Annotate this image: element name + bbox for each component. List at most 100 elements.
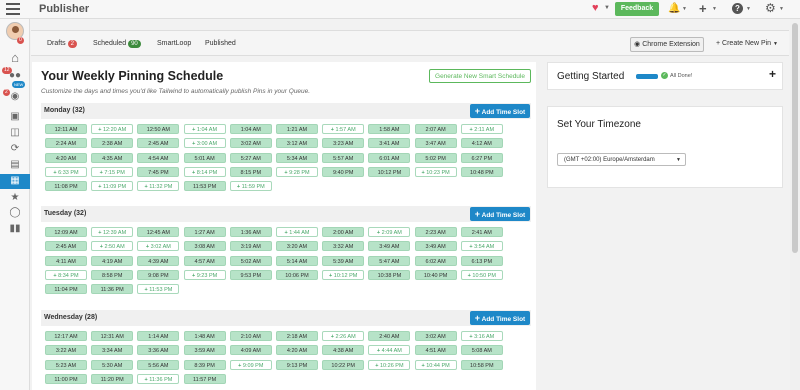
time-slot[interactable]: 5:56 AM (137, 359, 180, 370)
plus-icon[interactable]: + (699, 1, 707, 16)
refresh-icon[interactable]: ⟳ (0, 142, 30, 156)
time-slot[interactable]: 3:20 AM (276, 241, 318, 252)
time-slot[interactable]: 6:27 PM (460, 152, 503, 163)
time-slot[interactable]: 3:23 AM (322, 138, 365, 149)
time-slot[interactable]: 5:34 AM (276, 152, 318, 163)
timezone-select[interactable]: (GMT +02:00) Europe/Amsterdam ▼ (557, 153, 686, 166)
empty-time-slot[interactable]: + 10:44 PM (414, 359, 457, 370)
time-slot[interactable]: 4:35 AM (91, 152, 134, 163)
time-slot[interactable]: 2:07 AM (414, 124, 457, 134)
time-slot[interactable]: 12:31 AM (91, 331, 134, 341)
time-slot[interactable]: 2:00 AM (322, 227, 365, 237)
time-slot[interactable]: 3:41 AM (368, 138, 411, 149)
empty-time-slot[interactable]: + 10:12 PM (322, 269, 365, 280)
time-slot[interactable]: 1:04 AM (229, 124, 272, 134)
time-slot[interactable]: 1:21 AM (276, 124, 318, 134)
time-slot[interactable]: 4:20 AM (276, 345, 318, 356)
time-slot[interactable]: 2:38 AM (91, 138, 134, 149)
time-slot[interactable]: 1:36 AM (229, 227, 272, 237)
time-slot[interactable]: 4:54 AM (137, 152, 180, 163)
time-slot[interactable]: 4:09 AM (229, 345, 272, 356)
time-slot[interactable]: 4:38 AM (322, 345, 365, 356)
time-slot[interactable]: 5:01 AM (183, 152, 226, 163)
empty-time-slot[interactable]: + 11:59 PM (229, 181, 272, 192)
time-slot[interactable]: 12:50 AM (137, 124, 180, 134)
time-slot[interactable]: 11:57 PM (183, 373, 226, 384)
star-icon[interactable]: ★ (0, 191, 30, 205)
empty-time-slot[interactable]: + 12:20 AM (91, 124, 134, 134)
time-slot[interactable]: 1:58 AM (368, 124, 411, 134)
time-slot[interactable]: 4:19 AM (91, 255, 134, 266)
time-slot[interactable]: 3:12 AM (276, 138, 318, 149)
time-slot[interactable]: 3:36 AM (137, 345, 180, 356)
time-slot[interactable]: 12:11 AM (45, 124, 87, 134)
add-time-slot-button[interactable]: + Add Time Slot (470, 311, 530, 325)
time-slot[interactable]: 2:45 AM (45, 241, 87, 252)
empty-time-slot[interactable]: + 12:39 AM (91, 227, 134, 237)
time-slot[interactable]: 5:30 AM (91, 359, 134, 370)
expand-plus-icon[interactable]: + (769, 67, 776, 81)
gear-icon[interactable]: ⚙ (765, 1, 776, 15)
empty-time-slot[interactable]: + 8:34 PM (45, 269, 87, 280)
time-slot[interactable]: 4:39 AM (137, 255, 180, 266)
tab-drafts[interactable]: Drafts 2 (47, 40, 78, 48)
empty-time-slot[interactable]: + 6:33 PM (45, 166, 87, 177)
chevron-down-icon[interactable]: ▼ (604, 5, 610, 11)
empty-time-slot[interactable]: + 10:23 PM (414, 166, 457, 177)
create-new-pin-button[interactable]: + Create New Pin ▼ (710, 37, 784, 52)
instagram-icon[interactable]: ◯ (0, 206, 30, 220)
time-slot[interactable]: 10:40 PM (414, 269, 457, 280)
time-slot[interactable]: 5:57 AM (322, 152, 365, 163)
time-slot[interactable]: 5:14 AM (276, 255, 318, 266)
time-slot[interactable]: 5:27 AM (229, 152, 272, 163)
time-slot[interactable]: 3:59 AM (183, 345, 226, 356)
empty-time-slot[interactable]: + 2:26 AM (322, 331, 365, 341)
time-slot[interactable]: 5:02 PM (414, 152, 457, 163)
empty-time-slot[interactable]: + 11:32 PM (137, 181, 180, 192)
add-time-slot-button[interactable]: + Add Time Slot (470, 207, 530, 221)
chevron-down-icon[interactable]: ▼ (746, 6, 751, 12)
chevron-down-icon[interactable]: ▼ (682, 6, 687, 12)
empty-time-slot[interactable]: + 1:57 AM (322, 124, 365, 134)
time-slot[interactable]: 3:34 AM (91, 345, 134, 356)
time-slot[interactable]: 10:38 PM (368, 269, 411, 280)
chrome-extension-button[interactable]: ◉ Chrome Extension (630, 37, 704, 52)
time-slot[interactable]: 4:20 AM (45, 152, 87, 163)
time-slot[interactable]: 4:11 AM (45, 255, 87, 266)
time-slot[interactable]: 4:51 AM (414, 345, 457, 356)
bell-icon[interactable]: 🔔 (668, 3, 680, 14)
time-slot[interactable]: 4:12 AM (460, 138, 503, 149)
help-icon[interactable]: ? (732, 3, 743, 14)
time-slot[interactable]: 5:47 AM (368, 255, 411, 266)
empty-time-slot[interactable]: + 11:09 PM (91, 181, 134, 192)
menu-icon[interactable] (6, 3, 20, 15)
time-slot[interactable]: 3:49 AM (368, 241, 411, 252)
time-slot[interactable]: 3:49 AM (414, 241, 457, 252)
time-slot[interactable]: 12:45 AM (137, 227, 180, 237)
time-slot[interactable]: 6:13 PM (460, 255, 503, 266)
time-slot[interactable]: 9:08 PM (137, 269, 180, 280)
time-slot[interactable]: 1:27 AM (183, 227, 226, 237)
time-slot[interactable]: 11:08 PM (45, 181, 87, 192)
tab-published[interactable]: Published (205, 40, 236, 47)
empty-time-slot[interactable]: + 1:44 AM (276, 227, 318, 237)
time-slot[interactable]: 9:40 PM (322, 166, 365, 177)
empty-time-slot[interactable]: + 3:54 AM (460, 241, 503, 252)
time-slot[interactable]: 5:39 AM (322, 255, 365, 266)
time-slot[interactable]: 2:41 AM (460, 227, 503, 237)
shop-icon[interactable]: ▣ (0, 110, 30, 124)
scrollbar-thumb[interactable] (792, 23, 798, 253)
home-icon[interactable]: ⌂ (0, 51, 30, 65)
time-slot[interactable]: 8:39 PM (183, 359, 226, 370)
chevron-down-icon[interactable]: ▼ (779, 6, 784, 12)
feedback-button[interactable]: Feedback (615, 2, 659, 16)
tab-smartloop[interactable]: SmartLoop (157, 40, 191, 47)
time-slot[interactable]: 10:22 PM (322, 359, 365, 370)
time-slot[interactable]: 5:23 AM (45, 359, 87, 370)
time-slot[interactable]: 2:23 AM (414, 227, 457, 237)
time-slot[interactable]: 3:32 AM (322, 241, 365, 252)
chevron-down-icon[interactable]: ▼ (712, 6, 717, 12)
time-slot[interactable]: 1:14 AM (137, 331, 180, 341)
empty-time-slot[interactable]: + 9:23 PM (183, 269, 226, 280)
time-slot[interactable]: 10:06 PM (276, 269, 318, 280)
